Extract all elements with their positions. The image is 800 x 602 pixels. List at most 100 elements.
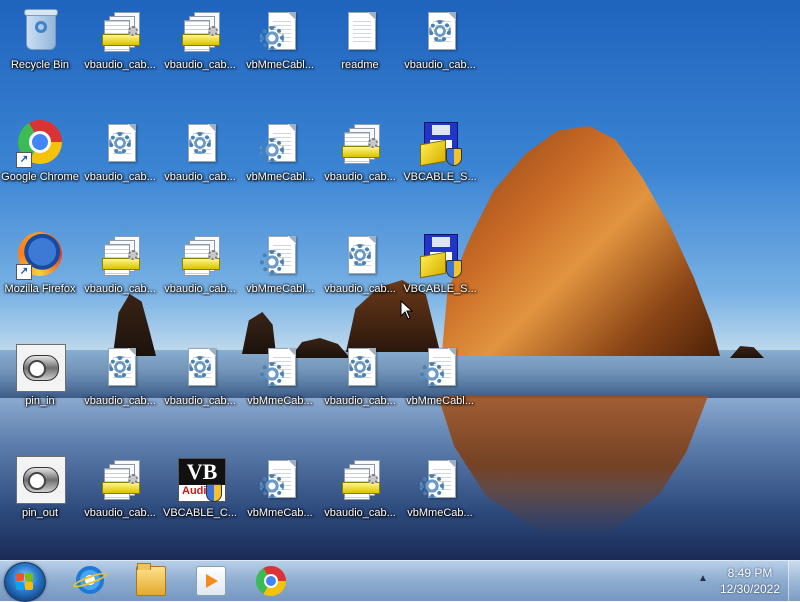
desktop-icon-label: Google Chrome [1,171,79,183]
desktop-icon-label: vbMmeCabl... [246,171,314,183]
setup-information-icon [176,232,224,280]
setup-installer-icon [416,232,464,280]
shortcut-arrow-icon: ↗ [16,264,32,280]
start-button[interactable] [4,562,46,602]
desktop-icon-vbcable-control-panel[interactable]: VB Audio VBCABLE_C... [160,448,240,544]
windows-start-orb-icon [16,573,34,591]
chevron-up-icon[interactable]: ▲ [698,573,708,584]
vb-audio-app-icon: VB Audio [176,456,226,504]
internet-explorer-icon [76,566,104,594]
desktop-icon-vbaudio-cab[interactable]: vbaudio_cab... [160,112,240,208]
taskbar-windows-media-player[interactable] [184,563,236,599]
folder-icon [136,563,166,596]
uac-shield-icon [446,148,462,166]
settings-file-icon [176,120,224,168]
desktop-icon-label: vbaudio_cab... [84,59,156,71]
clock-date: 12/30/2022 [719,582,781,596]
desktop-icon-label: vbaudio_cab... [164,283,236,295]
desktop-icon-vbmmecable[interactable]: vbMmeCabl... [240,112,320,208]
desktop-icon-vbaudio-cab[interactable]: vbaudio_cab... [160,336,240,432]
settings-file-icon [256,344,304,392]
clock-time: 8:49 PM [727,566,773,580]
settings-file-icon [176,344,224,392]
desktop-icon-label: Recycle Bin [10,59,70,71]
uac-shield-icon [446,260,462,278]
desktop-icon-vbmmecable[interactable]: vbMmeCab... [240,448,320,544]
desktop-icon-vbaudio-cab[interactable]: vbaudio_cab... [160,224,240,320]
desktop-icon-label: vbMmeCab... [407,507,473,519]
desktop-icon-label: vbMmeCab... [247,395,313,407]
image-thumbnail-icon [16,344,66,392]
setup-information-icon [336,456,384,504]
desktop-icon-label: vbaudio_cab... [164,59,236,71]
desktop-icon-pin-out[interactable]: pin_out [0,448,80,544]
setup-installer-icon [416,120,464,168]
desktop-icon-pin-in[interactable]: pin_in [0,336,80,432]
settings-file-icon [256,120,304,168]
desktop-icon-vbaudio-cab[interactable]: vbaudio_cab... [160,0,240,96]
setup-information-icon [336,120,384,168]
desktop-icon-label: vbaudio_cab... [164,395,236,407]
desktop-icon-label: vbaudio_cab... [324,395,396,407]
uac-shield-icon [206,484,222,502]
firefox-icon: ↗ [16,232,64,280]
desktop-icon-vbaudio-cab[interactable]: vbaudio_cab... [80,112,160,208]
desktop-icon-vbcable-setup[interactable]: VBCABLE_S... [400,112,480,208]
shortcut-arrow-icon: ↗ [16,152,32,168]
desktop-icon-mozilla-firefox[interactable]: ↗ Mozilla Firefox [0,224,80,320]
desktop-icon-label: vbaudio_cab... [164,171,236,183]
desktop-icon-recycle-bin[interactable]: Recycle Bin [0,0,80,96]
desktop-icon-vbmmecable[interactable]: vbMmeCab... [240,336,320,432]
desktop-icon-label: vbMmeCabl... [246,59,314,71]
desktop-icon-vbaudio-cab[interactable]: vbaudio_cab... [80,448,160,544]
taskbar-clock[interactable]: 8:49 PM 12/30/2022 [716,565,784,597]
media-player-icon [196,566,226,596]
desktop-icon-vbaudio-cab[interactable]: vbaudio_cab... [320,224,400,320]
desktop-icon-vbmmecable[interactable]: vbMmeCab... [400,448,480,544]
desktop-icon-label: pin_out [21,507,59,519]
desktop-icon-vbmmecable[interactable]: vbMmeCabl... [240,0,320,96]
desktop-icon-label: vbaudio_cab... [324,507,396,519]
settings-file-icon [256,8,304,56]
desktop-icon-label: vbaudio_cab... [84,171,156,183]
taskbar-google-chrome[interactable] [244,563,296,599]
desktop-icon-google-chrome[interactable]: ↗ Google Chrome [0,112,80,208]
taskbar-windows-explorer[interactable] [124,563,176,599]
setup-information-icon [96,456,144,504]
recycle-bin-icon [16,8,64,56]
settings-file-icon [96,344,144,392]
settings-file-icon [256,456,304,504]
taskbar-internet-explorer[interactable] [64,563,116,599]
desktop-icon-label: VBCABLE_C... [163,507,237,519]
desktop-icon-vbaudio-cab[interactable]: vbaudio_cab... [320,336,400,432]
settings-file-icon [336,232,384,280]
desktop-icon-label: vbMmeCab... [247,507,313,519]
desktop-icon-vbmmecable[interactable]: vbMmeCabl... [400,336,480,432]
desktop-icon-label: pin_in [25,395,55,407]
desktop-icon-vbaudio-cab[interactable]: vbaudio_cab... [80,336,160,432]
settings-file-icon [256,232,304,280]
image-thumbnail-icon [16,456,66,504]
desktop-icon-label: vbaudio_cab... [84,395,156,407]
show-desktop-button[interactable] [788,561,800,601]
desktop-icon-vbaudio-cab[interactable]: vbaudio_cab... [80,224,160,320]
settings-file-icon [416,8,464,56]
desktop-icon-label: readme [341,59,379,71]
desktop-icon-label: Mozilla Firefox [4,283,76,295]
desktop-icon-label: VBCABLE_S... [403,171,477,183]
chrome-icon: ↗ [16,120,64,168]
setup-information-icon [176,8,224,56]
desktop-icon-vbaudio-cab[interactable]: vbaudio_cab... [320,448,400,544]
desktop-icon-vbaudio-cab[interactable]: vbaudio_cab... [80,0,160,96]
desktop-icon-vbaudio-cab[interactable]: vbaudio_cab... [400,0,480,96]
desktop-icon-vbmmecable[interactable]: vbMmeCabl... [240,224,320,320]
desktop-icon-label: vbaudio_cab... [404,59,476,71]
settings-file-icon [416,344,464,392]
desktop-icon-label: vbaudio_cab... [84,283,156,295]
desktop-icon-vbaudio-cab[interactable]: vbaudio_cab... [320,112,400,208]
desktop-icon-label: vbaudio_cab... [324,283,396,295]
desktop-icon-readme[interactable]: readme [320,0,400,96]
text-document-icon [336,8,384,56]
desktop-icon-label: vbMmeCabl... [406,395,474,407]
taskbar: ▲ 8:49 PM 12/30/2022 [0,560,800,602]
